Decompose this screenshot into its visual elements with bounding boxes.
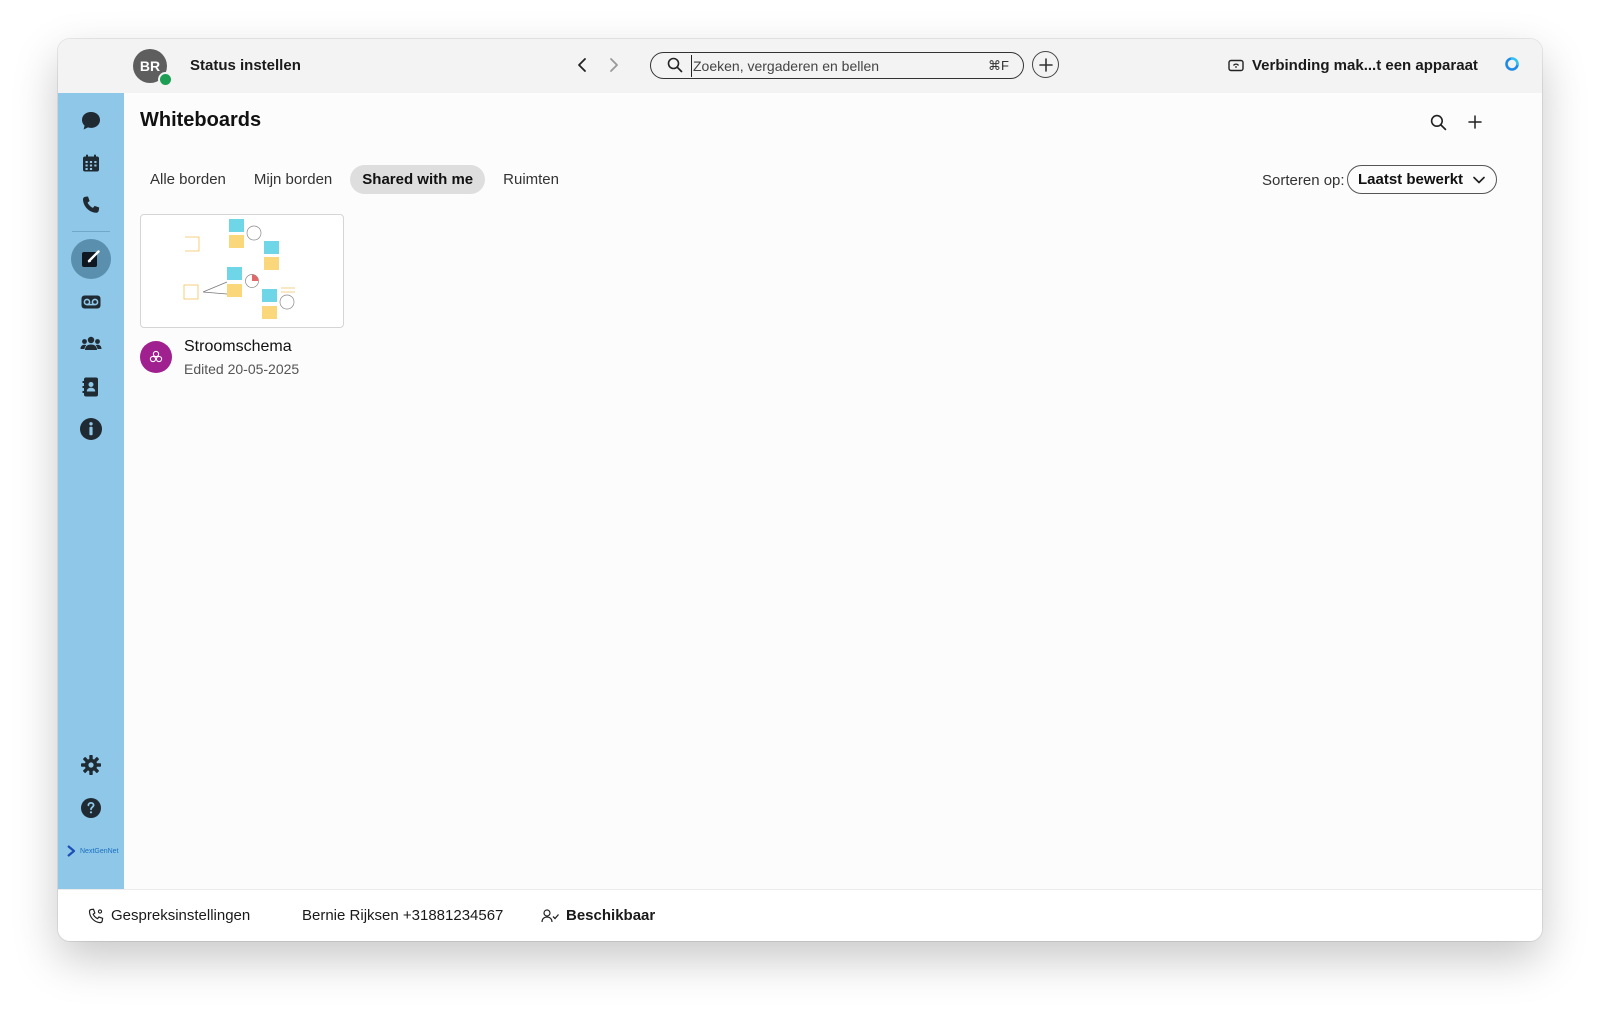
search-box[interactable]: ⌘F	[650, 52, 1024, 79]
sidebar-item-teams[interactable]	[71, 324, 111, 364]
calendar-icon	[83, 154, 99, 172]
voicemail-icon	[81, 295, 101, 309]
chevron-down-icon	[1473, 176, 1485, 184]
sidebar-item-calling[interactable]	[71, 185, 111, 225]
sidebar-item-messaging[interactable]	[71, 101, 111, 141]
sync-icon[interactable]	[1504, 56, 1520, 77]
plus-icon	[1468, 115, 1482, 129]
sort-value: Laatst bewerkt	[1358, 171, 1464, 188]
whiteboard-thumbnail[interactable]	[140, 214, 344, 328]
call-settings-label: Gespreksinstellingen	[111, 907, 251, 924]
flowchart-thumbnail-image	[183, 219, 295, 319]
set-status-button[interactable]: Status instellen	[190, 57, 301, 74]
whiteboard-edited-date: Edited 20-05-2025	[184, 361, 300, 377]
page-title: Whiteboards	[140, 109, 262, 131]
contacts-icon	[82, 377, 98, 397]
status-footer: Gespreksinstellingen Bernie Rijksen +318…	[58, 889, 1542, 941]
shared-space-avatar	[140, 341, 172, 373]
forward-button[interactable]	[602, 53, 626, 77]
help-icon	[81, 798, 101, 818]
whiteboard-icon	[82, 250, 100, 267]
sidebar-item-settings[interactable]	[71, 745, 111, 785]
sidebar: NextGenNet	[58, 93, 124, 889]
app-window: BR Status instellen ⌘F Verbinding mak...…	[58, 39, 1542, 941]
brand-text: NextGenNet	[80, 847, 119, 855]
device-icon	[1228, 59, 1244, 71]
user-line-info: Bernie Rijksen +31881234567	[302, 907, 504, 924]
main-content: Whiteboards Alle borden Mijn borden Shar…	[124, 93, 1542, 889]
sidebar-separator	[72, 231, 110, 232]
presence-indicator	[158, 72, 173, 87]
brand-chevron-icon	[67, 845, 76, 857]
availability-icon	[541, 908, 559, 922]
phone-settings-icon	[88, 908, 104, 923]
sort-label: Sorteren op:	[1262, 172, 1345, 189]
teams-icon	[80, 336, 102, 350]
chevron-left-icon	[578, 58, 586, 72]
brand-logo: NextGenNet	[66, 845, 119, 857]
tab-spaces[interactable]: Ruimten	[493, 165, 569, 194]
search-input[interactable]	[691, 55, 975, 77]
search-icon	[1430, 114, 1446, 130]
gear-icon	[81, 755, 101, 775]
tab-my-boards[interactable]: Mijn borden	[244, 165, 342, 194]
call-settings-button[interactable]: Gespreksinstellingen	[88, 907, 250, 924]
whiteboard-card[interactable]: Stroomschema Edited 20-05-2025	[140, 214, 344, 377]
phone-icon	[82, 196, 100, 213]
sort-dropdown[interactable]: Laatst bewerkt	[1347, 165, 1497, 194]
info-icon	[80, 418, 102, 440]
whiteboard-title: Stroomschema	[184, 338, 292, 355]
new-action-button[interactable]	[1032, 51, 1059, 78]
whiteboard-tabs: Alle borden Mijn borden Shared with me R…	[140, 165, 569, 194]
availability-label: Beschikbaar	[566, 907, 656, 924]
back-button[interactable]	[570, 53, 594, 77]
connect-device-label: Verbinding mak...t een apparaat	[1252, 57, 1478, 74]
chat-icon	[82, 112, 100, 130]
whiteboard-search-button[interactable]	[1427, 111, 1449, 133]
new-whiteboard-button[interactable]	[1464, 111, 1486, 133]
tab-shared-with-me[interactable]: Shared with me	[350, 165, 486, 194]
chevron-right-icon	[610, 58, 618, 72]
sidebar-item-contacts[interactable]	[71, 367, 111, 407]
sidebar-item-help[interactable]	[71, 788, 111, 828]
availability-button[interactable]: Beschikbaar	[541, 907, 655, 924]
top-bar: BR Status instellen ⌘F Verbinding mak...…	[58, 39, 1542, 93]
plus-icon	[1038, 57, 1053, 72]
sidebar-item-whiteboards[interactable]	[71, 239, 111, 279]
connect-device-button[interactable]: Verbinding mak...t een apparaat	[1228, 57, 1478, 74]
avatar-initials: BR	[139, 58, 161, 74]
sidebar-item-calendar[interactable]	[71, 143, 111, 183]
tab-all-boards[interactable]: Alle borden	[140, 165, 236, 194]
sidebar-item-info[interactable]	[71, 409, 111, 449]
sidebar-item-voicemail[interactable]	[71, 282, 111, 322]
search-shortcut: ⌘F	[988, 58, 1009, 73]
search-icon	[667, 57, 683, 78]
group-icon	[149, 350, 163, 363]
